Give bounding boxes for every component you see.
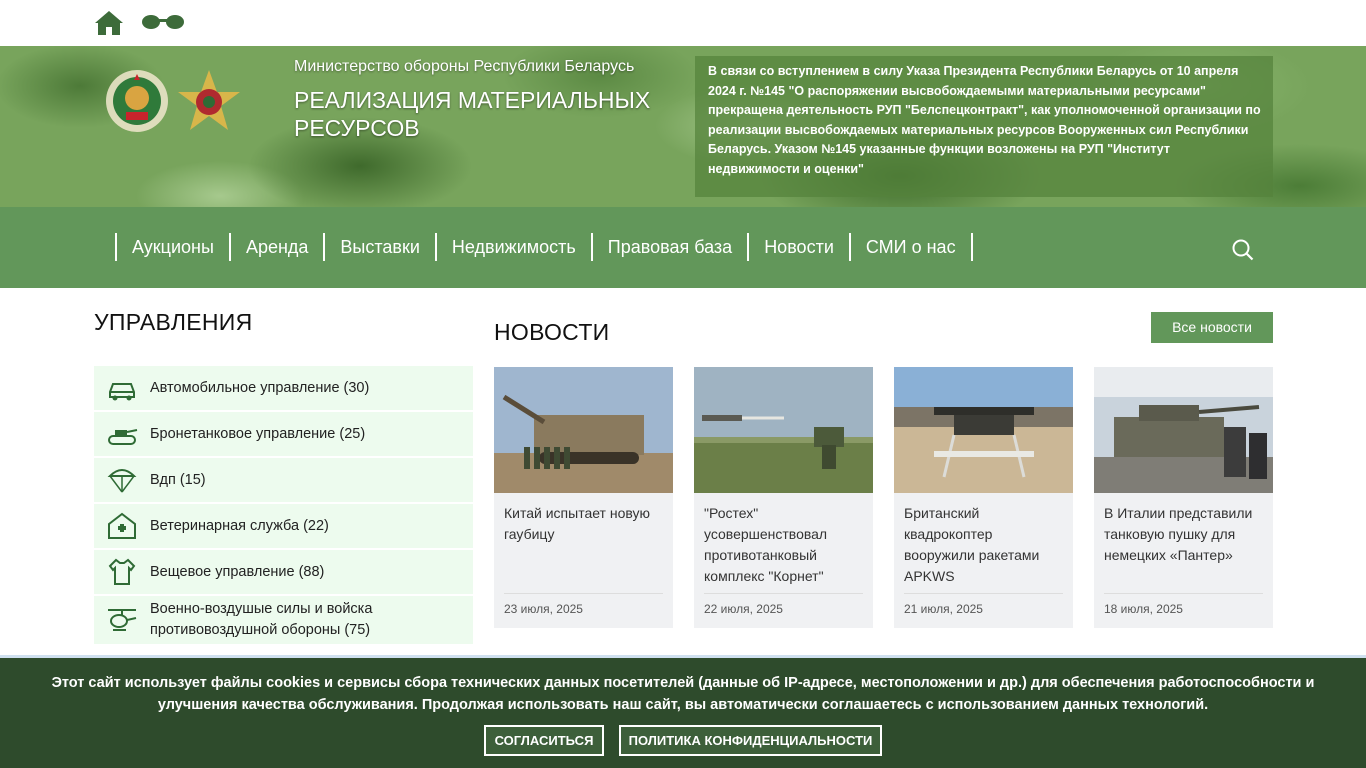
cookie-agree-button[interactable]: СОГЛАСИТЬСЯ	[484, 725, 604, 756]
divider	[904, 593, 1063, 594]
site-title[interactable]: РЕАЛИЗАЦИЯ МАТЕРИАЛЬНЫХ РЕСУРСОВ	[294, 86, 674, 142]
state-emblem-icon[interactable]	[104, 68, 170, 134]
main-navigation: Аукционы Аренда Выставки Недвижимость Пр…	[0, 207, 1366, 288]
clothing-icon	[108, 558, 136, 585]
divider	[1104, 593, 1263, 594]
nav-item-real-estate[interactable]: Недвижимость	[434, 233, 591, 261]
departments-title: УПРАВЛЕНИЯ	[94, 309, 253, 335]
news-card-date: 23 июля, 2025	[504, 602, 583, 616]
list-item-label: Военно-воздушые силы и войска противовоз…	[150, 601, 373, 638]
list-item[interactable]: Бронетанковое управление (25)	[94, 412, 473, 456]
news-card-title[interactable]: Британский квадрокоптер вооружили ракета…	[904, 503, 1064, 587]
list-item[interactable]: Автомобильное управление (30)	[94, 366, 473, 410]
news-card[interactable]: В Италии представили танковую пушку для …	[1094, 367, 1273, 628]
news-card[interactable]: Китай испытает новую гаубицу 23 июля, 20…	[494, 367, 673, 628]
privacy-policy-button[interactable]: ПОЛИТИКА КОНФИДЕНЦИАЛЬНОСТИ	[619, 725, 882, 756]
nav-item-rent[interactable]: Аренда	[228, 233, 323, 261]
list-item[interactable]: Военно-воздушые силы и войска противовоз…	[94, 596, 473, 644]
ministry-name: Министерство обороны Республики Беларусь	[294, 58, 635, 75]
ministry-emblem-icon[interactable]	[176, 68, 242, 134]
list-item-label: Бронетанковое управление (25)	[150, 425, 366, 442]
news-title: НОВОСТИ	[494, 319, 610, 345]
nav-item-exhibitions[interactable]: Выставки	[323, 233, 435, 261]
news-image-howitzer[interactable]	[494, 367, 673, 493]
header-banner: Министерство обороны Республики Беларусь…	[0, 46, 1366, 207]
list-item-label: Вдп (15)	[150, 471, 206, 488]
news-card-title[interactable]: "Ростех" усовершенствовал противотанковы…	[704, 503, 864, 587]
news-card-date: 21 июля, 2025	[904, 602, 983, 616]
accessibility-glasses-icon[interactable]	[140, 12, 186, 32]
top-bar	[0, 0, 1366, 46]
news-card-title[interactable]: В Италии представили танковую пушку для …	[1104, 503, 1264, 566]
news-image-quadcopter[interactable]	[894, 367, 1073, 493]
divider	[504, 593, 663, 594]
divider	[704, 593, 863, 594]
news-card[interactable]: Британский квадрокоптер вооружили ракета…	[894, 367, 1073, 628]
nav-item-legal-base[interactable]: Правовая база	[590, 233, 747, 261]
veterinary-icon	[108, 512, 136, 539]
notice-box: В связи со вступлением в силу Указа През…	[695, 56, 1273, 197]
cookie-banner: Этот сайт использует файлы cookies и сер…	[0, 655, 1366, 768]
nav-item-media[interactable]: СМИ о нас	[848, 233, 973, 261]
list-item-label: Автомобильное управление (30)	[150, 379, 370, 396]
news-card-title[interactable]: Китай испытает новую гаубицу	[504, 503, 664, 545]
list-item[interactable]: Ветеринарная служба (22)	[94, 504, 473, 548]
home-icon[interactable]	[94, 10, 124, 36]
search-icon[interactable]	[1232, 239, 1254, 261]
news-image-kornet[interactable]	[694, 367, 873, 493]
list-item[interactable]: Вещевое управление (88)	[94, 550, 473, 594]
news-card-date: 18 июля, 2025	[1104, 602, 1183, 616]
news-image-panther[interactable]	[1094, 367, 1273, 493]
tank-icon	[108, 429, 138, 445]
cookie-text: Этот сайт использует файлы cookies и сер…	[51, 675, 1315, 713]
car-icon	[109, 383, 135, 401]
departments-list: Автомобильное управление (30) Бронетанко…	[94, 366, 473, 646]
nav-item-auctions[interactable]: Аукционы	[115, 233, 229, 261]
list-item-label: Вещевое управление (88)	[150, 563, 325, 580]
parachute-icon	[107, 469, 137, 493]
list-item[interactable]: Вдп (15)	[94, 458, 473, 502]
news-card[interactable]: "Ростех" усовершенствовал противотанковы…	[694, 367, 873, 628]
list-item-label: Ветеринарная служба (22)	[150, 517, 329, 534]
helicopter-icon	[108, 609, 137, 631]
news-card-date: 22 июля, 2025	[704, 602, 783, 616]
nav-item-news[interactable]: Новости	[747, 233, 849, 261]
all-news-button[interactable]: Все новости	[1151, 312, 1273, 343]
